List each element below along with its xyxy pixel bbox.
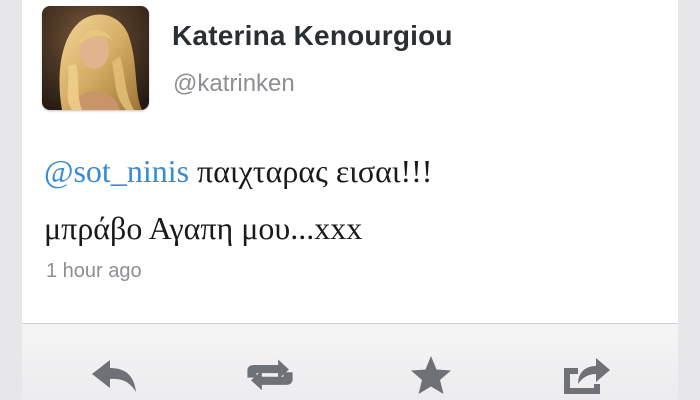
avatar[interactable] xyxy=(42,6,149,110)
reply-button[interactable] xyxy=(86,354,142,400)
tweet-detail-screen: Katerina Kenourgiou @katrinken @sot_nini… xyxy=(0,0,700,400)
avatar-photo xyxy=(42,6,149,110)
retweet-button[interactable] xyxy=(242,354,298,400)
display-name[interactable]: Katerina Kenourgiou xyxy=(172,20,453,52)
tweet-line-1-text: παιχταρας εισαι!!! xyxy=(189,153,433,189)
right-edge xyxy=(677,0,700,400)
tweet-line-1: @sot_ninis παιχταρας εισαι!!! xyxy=(44,143,664,200)
left-edge xyxy=(0,0,23,400)
tweet-action-bar xyxy=(22,323,678,400)
tweet-line-2: μπράβο Αγαπη μου...xxx xyxy=(44,210,363,246)
mention-link[interactable]: @sot_ninis xyxy=(44,153,189,189)
reply-icon xyxy=(92,360,136,392)
tweet-text: @sot_ninis παιχταρας εισαι!!! μπράβο Αγα… xyxy=(44,143,664,257)
user-handle[interactable]: @katrinken xyxy=(173,70,295,98)
star-icon xyxy=(411,356,451,394)
share-button[interactable] xyxy=(559,354,615,400)
timestamp[interactable]: 1 hour ago xyxy=(46,260,142,283)
tweet-card: Katerina Kenourgiou @katrinken @sot_nini… xyxy=(22,0,678,323)
favorite-button[interactable] xyxy=(403,354,459,400)
share-icon xyxy=(564,358,610,394)
retweet-icon xyxy=(247,359,293,391)
